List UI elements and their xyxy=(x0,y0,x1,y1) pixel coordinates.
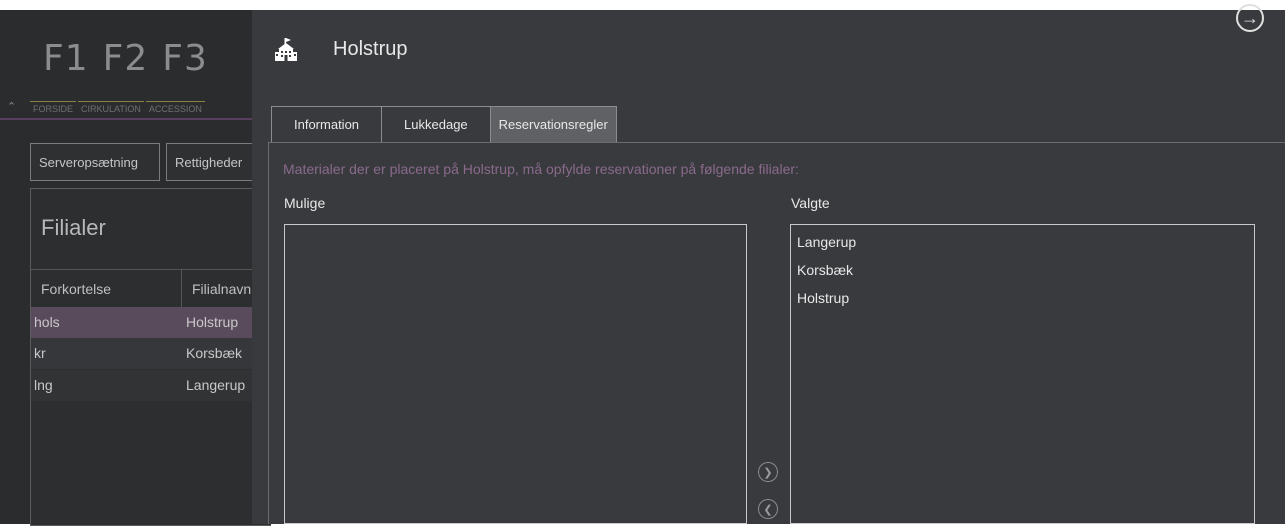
f2-key[interactable]: F2 xyxy=(103,38,149,79)
exit-arrow-icon[interactable]: → xyxy=(1236,4,1264,32)
list-item[interactable]: Holstrup xyxy=(791,284,1254,312)
tab-information[interactable]: Information xyxy=(271,106,383,142)
available-list[interactable] xyxy=(284,224,747,524)
f3-label[interactable]: ACCESSION xyxy=(145,101,205,114)
row-name: Langerup xyxy=(186,377,246,393)
header-divider xyxy=(0,118,260,120)
f3-key[interactable]: F3 xyxy=(162,38,208,79)
tab-lukkedage[interactable]: Lukkedage xyxy=(381,106,491,142)
table-row[interactable]: lng Langerup xyxy=(31,370,271,401)
row-abbr: kr xyxy=(34,345,46,361)
school-building-icon xyxy=(275,38,297,61)
tab-serveropsaetning[interactable]: Serveropsætning xyxy=(30,143,160,181)
table-row[interactable]: kr Korsbæk xyxy=(31,338,271,369)
tab-reservationsregler[interactable]: Reservationsregler xyxy=(489,106,617,142)
table-row[interactable]: hols Holstrup xyxy=(31,307,271,338)
f1-key[interactable]: F1 xyxy=(43,38,89,79)
info-text: Materialer der er placeret på Holstrup, … xyxy=(283,161,799,177)
row-abbr: lng xyxy=(34,377,53,393)
dialog-tabs: Information Lukkedage Reservationsregler xyxy=(271,106,617,142)
f2-label[interactable]: CIRKULATION xyxy=(78,101,144,114)
list-item[interactable]: Korsbæk xyxy=(791,256,1254,284)
chevron-left-circle-icon[interactable]: ❮ xyxy=(758,499,778,519)
row-name: Korsbæk xyxy=(186,345,243,361)
chevron-right-circle-icon[interactable]: ❯ xyxy=(758,462,778,482)
column-header-name[interactable]: Filialnavn xyxy=(182,270,251,308)
available-label: Mulige xyxy=(284,195,326,211)
row-name: Holstrup xyxy=(186,314,239,330)
function-key-labels: FORSIDE CIRKULATION ACCESSION xyxy=(30,101,207,114)
table-header: Forkortelse Filialnavn xyxy=(31,269,271,309)
row-abbr: hols xyxy=(34,314,60,330)
list-item[interactable]: Langerup xyxy=(791,228,1254,256)
column-header-abbr[interactable]: Forkortelse xyxy=(31,270,182,308)
chevron-up-icon[interactable]: ⌃ xyxy=(7,100,16,113)
tab-rettigheder[interactable]: Rettigheder xyxy=(166,143,266,181)
branches-panel: Filialer Forkortelse Filialnavn hols Hol… xyxy=(30,188,271,526)
function-keys: F1 F2 F3 xyxy=(43,38,208,79)
panel-title: Filialer xyxy=(41,215,106,240)
f1-label[interactable]: FORSIDE xyxy=(30,101,77,114)
selected-list[interactable]: Langerup Korsbæk Holstrup xyxy=(790,224,1255,524)
selected-label: Valgte xyxy=(791,195,830,211)
dialog-title: Holstrup xyxy=(333,38,408,60)
